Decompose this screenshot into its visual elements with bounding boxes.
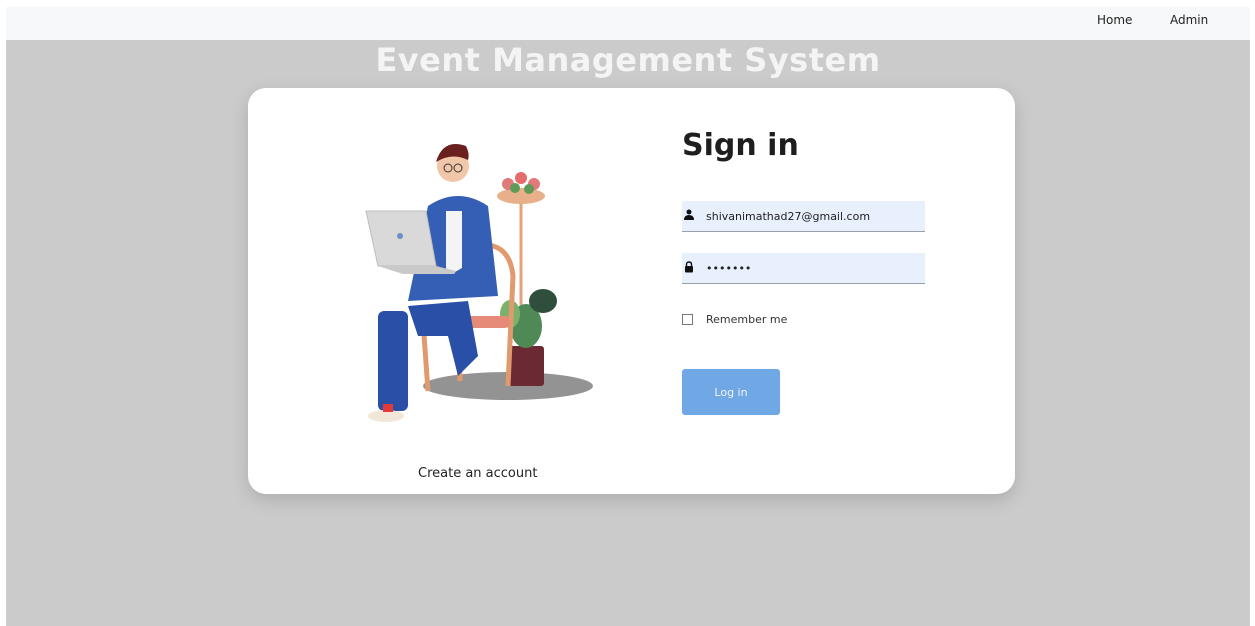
- nav-admin-link[interactable]: Admin: [1170, 13, 1208, 27]
- create-account-link[interactable]: Create an account: [418, 466, 537, 481]
- password-field[interactable]: [682, 253, 925, 284]
- email-input[interactable]: [706, 201, 920, 231]
- login-button[interactable]: Log in: [682, 369, 780, 415]
- remember-me-checkbox[interactable]: [682, 314, 693, 325]
- nav-home-link[interactable]: Home: [1097, 13, 1132, 27]
- page-title: Event Management System: [375, 41, 881, 79]
- person-with-laptop-illustration: [365, 144, 593, 422]
- remember-me-label: Remember me: [706, 313, 788, 326]
- signin-card: Create an account Sign in Remember me Lo…: [248, 88, 1015, 494]
- lock-icon: [685, 261, 693, 273]
- page-frame: Home Admin Event Management System Creat…: [6, 7, 1250, 626]
- top-nav: Home Admin: [6, 7, 1250, 40]
- user-icon: [684, 209, 694, 220]
- signin-heading: Sign in: [682, 128, 799, 163]
- password-input[interactable]: [706, 253, 920, 283]
- email-field[interactable]: [682, 201, 925, 232]
